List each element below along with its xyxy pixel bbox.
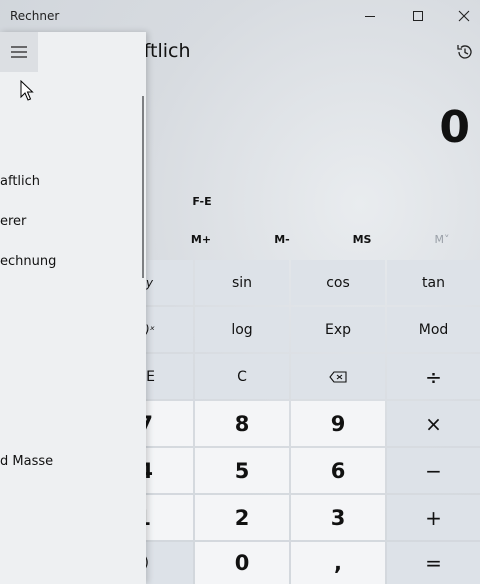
app-title: Rechner <box>10 9 60 23</box>
key-8[interactable]: 8 <box>195 401 289 446</box>
title-bar: Rechner <box>0 0 480 32</box>
key-cos[interactable]: cos <box>291 260 385 305</box>
hamburger-icon <box>11 46 27 58</box>
key-tan[interactable]: tan <box>387 260 480 305</box>
key-add[interactable]: + <box>387 495 480 540</box>
key-subtract[interactable]: − <box>387 448 480 493</box>
memory-add-button[interactable]: M+ <box>171 228 231 252</box>
menu-button[interactable] <box>0 32 38 72</box>
key-0[interactable]: 0 <box>195 542 289 584</box>
maximize-button[interactable] <box>394 0 442 32</box>
minimize-icon <box>365 15 375 17</box>
key-6[interactable]: 6 <box>291 448 385 493</box>
key-exp[interactable]: Exp <box>291 307 385 352</box>
minimize-button[interactable] <box>346 0 394 32</box>
key-backspace[interactable] <box>291 354 385 399</box>
key-clear[interactable]: C <box>195 354 289 399</box>
nav-item-scientific[interactable]: aftlich <box>0 174 40 189</box>
key-divide[interactable]: ÷ <box>387 354 480 399</box>
backspace-icon <box>329 370 347 383</box>
key-9[interactable]: 9 <box>291 401 385 446</box>
key-5[interactable]: 5 <box>195 448 289 493</box>
nav-scrollbar[interactable] <box>142 96 144 278</box>
key-mod[interactable]: Mod <box>387 307 480 352</box>
nav-item-programmer[interactable]: erer <box>0 214 26 229</box>
close-icon <box>458 10 470 22</box>
key-log[interactable]: log <box>195 307 289 352</box>
fe-button[interactable]: F-E <box>176 192 228 212</box>
key-sin[interactable]: sin <box>195 260 289 305</box>
key-equals[interactable]: = <box>387 542 480 584</box>
close-button[interactable] <box>440 0 480 32</box>
calculator-window: Rechner aftlich 0 F-E M+ M- MS M˅ y )ˣ E… <box>0 0 480 584</box>
key-decimal[interactable]: , <box>291 542 385 584</box>
memory-store-button[interactable]: MS <box>332 228 392 252</box>
display-value: 0 <box>439 102 470 153</box>
nav-item-date-calculation[interactable]: echnung <box>0 254 56 269</box>
maximize-icon <box>413 11 423 21</box>
memory-list-button[interactable]: M˅ <box>412 228 472 252</box>
mouse-cursor-icon <box>20 80 34 101</box>
history-icon[interactable] <box>455 42 475 62</box>
navigation-pane: aftlich erer echnung d Masse <box>0 32 146 584</box>
key-multiply[interactable]: × <box>387 401 480 446</box>
key-3[interactable]: 3 <box>291 495 385 540</box>
nav-item-weight[interactable]: d Masse <box>0 454 53 469</box>
key-2[interactable]: 2 <box>195 495 289 540</box>
memory-subtract-button[interactable]: M- <box>252 228 312 252</box>
